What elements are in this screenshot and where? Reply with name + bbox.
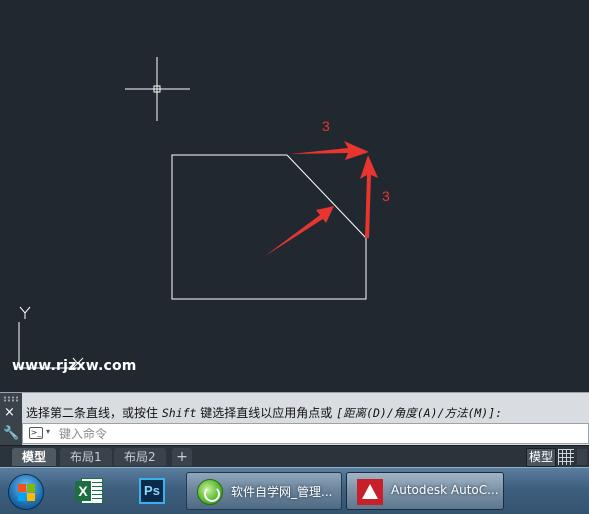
grip-dots-icon[interactable] [3,396,19,402]
start-button[interactable] [8,474,44,510]
red-arrows [265,141,378,256]
arrow-top-icon [290,141,369,160]
layout-tab-bar: 模型 布局1 布局2 + 模型 [0,445,589,467]
prompt-main: 选择第二条直线，或按住 [26,406,159,420]
prompt-key: Shift [161,406,197,420]
wrench-icon[interactable]: 🔧 [3,427,19,441]
annotation-right-3: 3 [382,188,390,204]
taskbar-task-browser[interactable]: 软件自学网_管理... [186,472,342,510]
prompt-options: [距离(D)/角度(A)/方法(M)]: [336,406,503,420]
excel-badge: X [75,481,91,501]
drawing-canvas[interactable]: 3 3 www.rjzxw.com [0,0,589,392]
windows-taskbar: X Ps 软件自学网_管理... Autodesk AutoC... [0,467,589,514]
browser-icon [197,479,223,505]
excel-taskbar-icon[interactable]: X [75,476,105,506]
close-icon[interactable]: × [4,406,15,420]
command-history-line: 选择第二条直线，或按住 Shift 键选择直线以应用角点或 [距离(D)/角度(… [26,404,502,421]
chevron-down-icon[interactable]: ▾ [46,427,50,436]
arrow-diagonal-icon [265,206,334,256]
autocad-icon [357,479,383,505]
arrow-right-icon [360,155,378,238]
chamfered-rectangle [171,154,367,300]
photoshop-taskbar-icon[interactable]: Ps [137,476,167,506]
autocad-window: 3 3 www.rjzxw.com × 🔧 选择第二条直线，或按住 Shift … [0,0,589,514]
command-line-grip[interactable]: × 🔧 [0,393,22,446]
tab-model[interactable]: 模型 [12,448,57,466]
windows-logo-icon [18,484,36,502]
taskbar-task-autocad[interactable]: Autodesk AutoC... [346,472,504,510]
drawing-svg [18,57,378,369]
add-layout-button[interactable]: + [172,448,192,466]
status-more-button[interactable] [577,449,587,465]
watermark: www.rjzxw.com [12,358,137,374]
command-prompt-icon[interactable]: >_ [29,427,43,439]
command-input[interactable] [59,425,539,442]
task-label-autocad: Autodesk AutoC... [391,483,499,497]
tab-layout1[interactable]: 布局1 [60,448,112,466]
chamfer-line [286,154,367,239]
tab-layout2[interactable]: 布局2 [114,448,166,466]
photoshop-badge: Ps [139,478,165,504]
crosshair-cursor [125,57,190,121]
command-input-row: >_ ▾ [22,423,589,444]
task-label-browser: 软件自学网_管理... [231,485,333,499]
status-model-button[interactable]: 模型 [526,448,556,467]
annotation-top-3: 3 [322,118,330,134]
command-line-panel: × 🔧 选择第二条直线，或按住 Shift 键选择直线以应用角点或 [距离(D)… [0,392,589,446]
prompt-rest: 键选择直线以应用角点或 [200,406,333,420]
grid-icon[interactable] [558,449,574,465]
